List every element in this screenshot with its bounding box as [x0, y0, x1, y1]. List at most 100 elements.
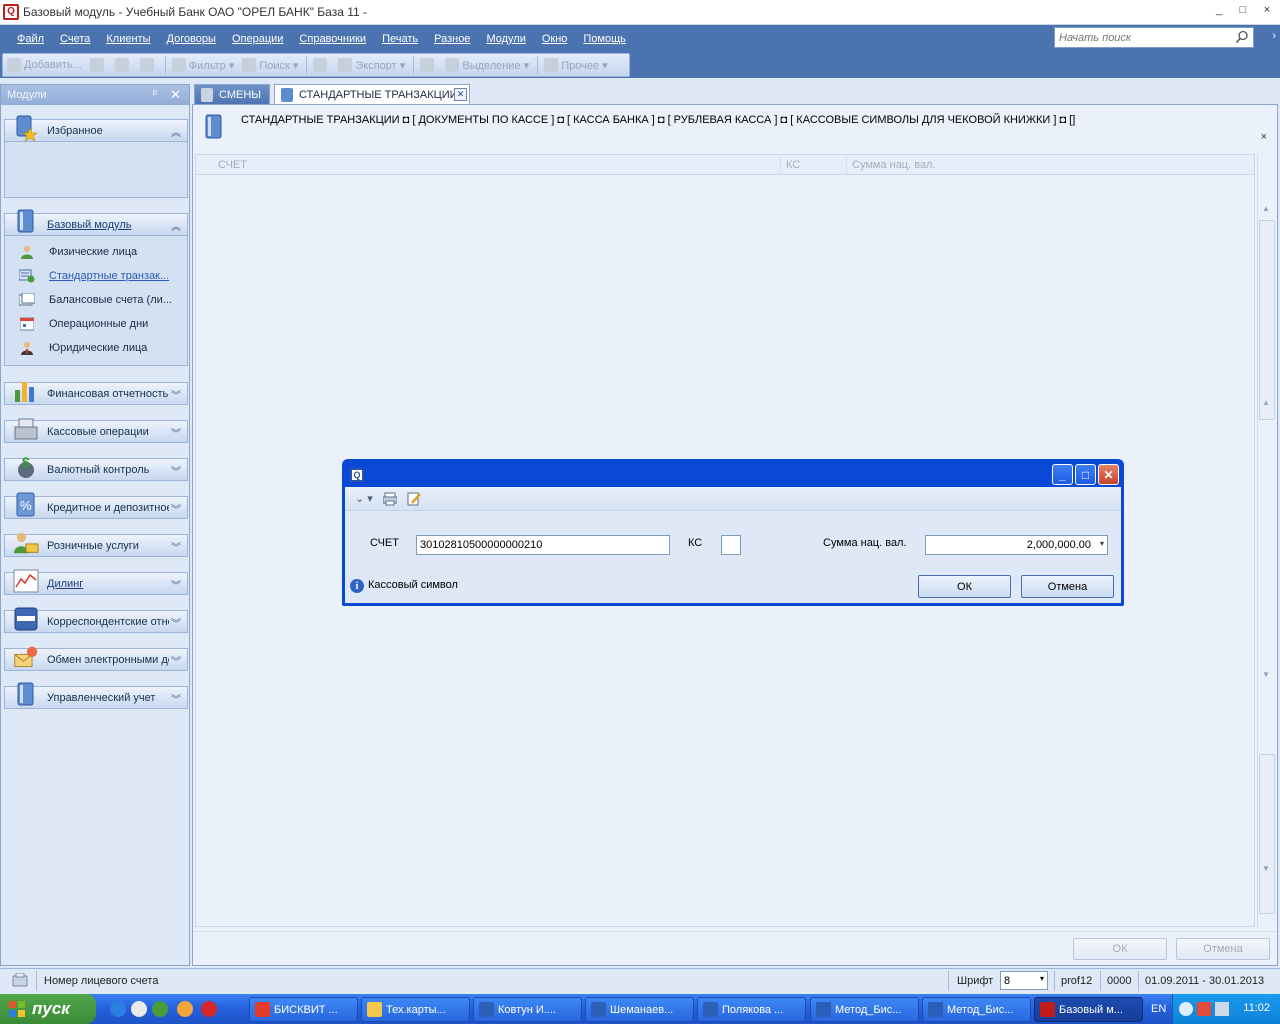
start-button[interactable]: пуск: [0, 994, 96, 1024]
group-electronic-exchange[interactable]: Обмен электронными документами ︾: [4, 646, 188, 671]
taskbar-item[interactable]: Тех.карты...: [361, 997, 470, 1022]
taskbar-item[interactable]: Шеманаев...: [585, 997, 694, 1022]
ie-icon[interactable]: [110, 1001, 126, 1017]
chevron-down-icon[interactable]: ︾: [171, 691, 181, 706]
group-base-module[interactable]: Базовый модуль ︽: [4, 209, 188, 236]
group-credit-deposit[interactable]: % Кредитное и депозитное ︾: [4, 492, 188, 519]
print-button[interactable]: [313, 58, 330, 72]
group-management-accounting[interactable]: Управленческий учет ︾: [4, 682, 188, 709]
antivirus-icon[interactable]: [1197, 1002, 1211, 1016]
cancel-button[interactable]: Отмена: [1176, 938, 1270, 960]
vertical-scrollbar[interactable]: ▲ ▲ ▼ ▼: [1257, 154, 1275, 927]
refresh-button[interactable]: [420, 58, 437, 72]
tab-shifts[interactable]: СМЕНЫ: [194, 84, 270, 104]
minimize-button[interactable]: _: [1212, 4, 1226, 16]
view-button[interactable]: [114, 58, 132, 72]
close-button[interactable]: ×: [1260, 4, 1274, 16]
other-button[interactable]: Прочее ▾: [544, 58, 608, 72]
font-size-select[interactable]: 8 ▾: [1000, 971, 1048, 990]
chevron-down-icon[interactable]: ︾: [171, 387, 181, 402]
dialog-cancel-button[interactable]: Отмена: [1021, 575, 1114, 598]
sidebar-item-legal-entities[interactable]: Юридические лица: [5, 336, 187, 360]
sidebar-item-operating-days[interactable]: Операционные дни: [5, 312, 187, 336]
scroll-thumb[interactable]: [1259, 220, 1275, 420]
menu-overflow[interactable]: ›: [1272, 30, 1276, 42]
chevron-up-icon[interactable]: ︽: [171, 218, 181, 233]
taskbar-item[interactable]: Полякова ...: [697, 997, 806, 1022]
close-tab-icon[interactable]: ✕: [454, 88, 467, 101]
pin-icon[interactable]: ᵖ: [153, 88, 157, 100]
dropdown-arrow-icon[interactable]: ▾: [1100, 539, 1104, 548]
dialog-ok-button[interactable]: ОК: [918, 575, 1011, 598]
close-breadcrumb-icon[interactable]: ×: [1261, 131, 1267, 143]
chevron-down-icon[interactable]: ︾: [171, 577, 181, 592]
print-icon[interactable]: [382, 492, 397, 506]
ok-button[interactable]: ОК: [1073, 938, 1167, 960]
column-header-amount[interactable]: Сумма нац. вал.: [852, 159, 936, 171]
messenger-icon[interactable]: [177, 1001, 193, 1017]
chevron-up-icon[interactable]: ︽: [171, 124, 181, 139]
filter-button[interactable]: Фильтр ▾: [171, 58, 234, 72]
group-favorites[interactable]: Избранное ︽: [4, 115, 188, 142]
menu-clients[interactable]: Клиенты: [103, 31, 153, 47]
search-field[interactable]: [1054, 27, 1254, 48]
menu-modules[interactable]: Модули: [483, 31, 528, 47]
maximize-button[interactable]: □: [1236, 4, 1250, 16]
chevron-down-icon[interactable]: ︾: [171, 539, 181, 554]
dropdown-arrow-icon[interactable]: ▾: [1040, 974, 1044, 983]
close-panel-icon[interactable]: ✕: [170, 87, 181, 103]
dialog-close-button[interactable]: ✕: [1098, 464, 1119, 485]
taskbar-item[interactable]: Метод_Бис...: [922, 997, 1031, 1022]
menu-window[interactable]: Окно: [539, 31, 571, 47]
menu-contracts[interactable]: Договоры: [164, 31, 219, 47]
media-player-icon[interactable]: [131, 1001, 147, 1017]
desktop-icon[interactable]: [152, 1001, 168, 1017]
chevron-down-icon[interactable]: ︾: [171, 501, 181, 516]
taskbar-item[interactable]: БИСКВИТ ...: [249, 997, 358, 1022]
search-input[interactable]: [1055, 28, 1231, 47]
menu-misc[interactable]: Разное: [431, 31, 473, 47]
chevron-down-icon[interactable]: ︾: [171, 615, 181, 630]
search-button[interactable]: Поиск ▾: [242, 58, 298, 72]
chevron-down-icon[interactable]: ︾: [171, 463, 181, 478]
ks-input[interactable]: [721, 535, 741, 555]
chevron-down-icon[interactable]: ︾: [171, 653, 181, 668]
menu-directories[interactable]: Справочники: [296, 31, 369, 47]
menu-accounts[interactable]: Счета: [57, 31, 93, 47]
dialog-minimize-button[interactable]: _: [1052, 464, 1073, 485]
column-header-ks[interactable]: КС: [786, 159, 800, 171]
scroll-thumb[interactable]: [1259, 754, 1275, 914]
network-icon[interactable]: [1215, 1002, 1229, 1016]
edit-button[interactable]: [89, 58, 107, 72]
taskbar-item[interactable]: Ковтун И....: [473, 997, 582, 1022]
scroll-down-icon[interactable]: ▼: [1262, 670, 1270, 679]
chevron-down-icon[interactable]: ︾: [171, 425, 181, 440]
dialog-menu-chevron-icon[interactable]: ⌄ ▾: [355, 492, 373, 505]
group-currency-control[interactable]: $ Валютный контроль ︾: [4, 454, 188, 481]
scroll-up-icon[interactable]: ▲: [1262, 204, 1270, 213]
menu-print[interactable]: Печать: [379, 31, 421, 47]
tab-standard-transactions[interactable]: СТАНДАРТНЫЕ ТРАНЗАКЦИИ ✕: [274, 84, 470, 104]
sidebar-item-individuals[interactable]: Физические лица: [5, 240, 187, 264]
delete-button[interactable]: [139, 58, 157, 72]
group-cash-operations[interactable]: Кассовые операции ︾: [4, 418, 188, 443]
scroll-up-icon[interactable]: ▲: [1262, 398, 1270, 407]
search-icon[interactable]: [1235, 30, 1249, 44]
tray-expand-icon[interactable]: [1179, 1002, 1193, 1016]
group-financial-reporting[interactable]: Финансовая отчетность ︾: [4, 381, 188, 405]
language-indicator[interactable]: EN: [1151, 1003, 1166, 1015]
dialog-maximize-button[interactable]: □: [1075, 464, 1096, 485]
sidebar-item-balance-accounts[interactable]: Балансовые счета (ли...: [5, 288, 187, 312]
menu-file[interactable]: Файл: [14, 31, 47, 47]
sidebar-item-standard-transactions[interactable]: Стандартные транзак...: [5, 264, 187, 288]
amount-input[interactable]: 2,000,000.00 ▾: [925, 535, 1108, 555]
taskbar-item[interactable]: Метод_Бис...: [810, 997, 919, 1022]
add-button[interactable]: Добавить...: [7, 58, 82, 72]
taskbar-item[interactable]: Базовый м...: [1034, 997, 1143, 1022]
scroll-down-icon[interactable]: ▼: [1262, 864, 1270, 873]
select-button[interactable]: Выделение ▾: [445, 58, 529, 72]
menu-operations[interactable]: Операции: [229, 31, 286, 47]
edit-icon[interactable]: [407, 492, 421, 506]
account-input[interactable]: [416, 535, 670, 555]
group-dealing[interactable]: Дилинг ︾: [4, 569, 188, 595]
